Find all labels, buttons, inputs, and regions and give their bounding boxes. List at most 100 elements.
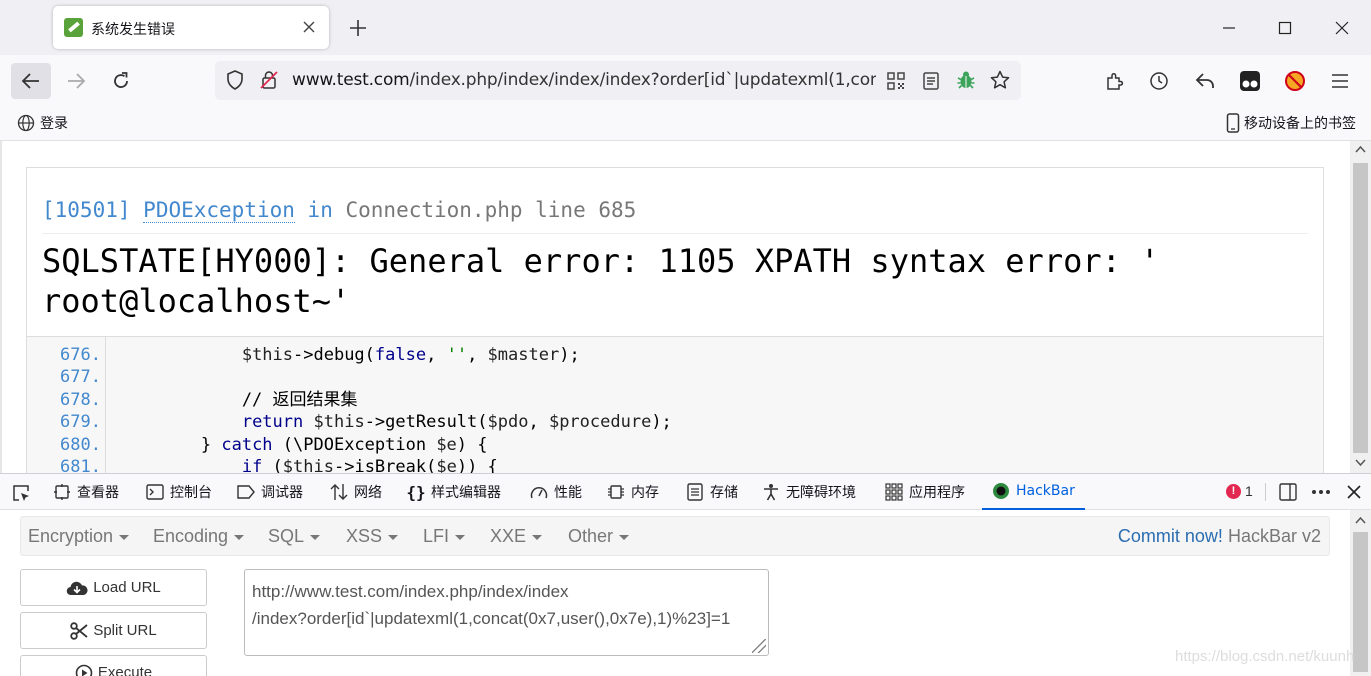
line-code: } catch (\PDOException $e) {: [119, 435, 488, 455]
execute-button[interactable]: Execute: [20, 655, 207, 676]
line-number: 681.: [60, 457, 101, 473]
line-code: $this->debug(false, '', $master);: [241, 345, 580, 365]
tab-style-editor[interactable]: {} 样式编辑器: [406, 474, 501, 510]
blocked-extension-icon[interactable]: [1283, 69, 1307, 93]
forward-arrow-icon[interactable]: [56, 63, 96, 99]
tab-inspector[interactable]: 查看器: [53, 474, 119, 510]
caret-down-icon: [619, 535, 630, 540]
hackbar-logo-icon: [992, 482, 1010, 500]
tab-application[interactable]: 应用程序: [885, 474, 965, 510]
tracking-shield-icon[interactable]: [225, 70, 245, 90]
page-scrollbar[interactable]: [1350, 141, 1371, 473]
bug-extension-icon[interactable]: [955, 69, 977, 91]
browser-tab[interactable]: 系统发生错误: [53, 6, 329, 49]
bookmark-login[interactable]: 登录: [17, 113, 68, 133]
qr-code-icon[interactable]: [885, 70, 907, 92]
address-bar[interactable]: www.test.com/index.php/index/index/index…: [215, 61, 1021, 100]
toolbar-separator: [1265, 483, 1266, 501]
minimize-icon[interactable]: [1215, 14, 1243, 42]
close-tab-icon[interactable]: [299, 17, 319, 37]
menu-other[interactable]: Other: [568, 526, 630, 547]
hackbar-menu-bar: Encryption Encoding SQL XSS LFI XXE Othe…: [20, 516, 1330, 556]
line-code: if ($this->isBreak($e)) {: [241, 457, 498, 473]
caret-down-icon: [532, 535, 543, 540]
source-line: 680. } catch (\PDOException $e) {: [27, 434, 1323, 456]
history-clock-icon[interactable]: [1148, 70, 1170, 92]
resize-grip-icon[interactable]: [752, 639, 766, 653]
undo-arrow-icon[interactable]: [1194, 70, 1216, 92]
hackbar-commit-info: Commit now! HackBar v2: [1118, 526, 1321, 547]
menu-xxe[interactable]: XXE: [490, 526, 543, 547]
tampermonkey-icon[interactable]: [1238, 69, 1262, 93]
split-url-button[interactable]: Split URL: [20, 612, 207, 649]
tab-hackbar[interactable]: HackBar: [982, 474, 1085, 510]
url-line: /index?order[id`|updatexml(1,concat(0x7,…: [252, 609, 731, 628]
tab-label: 无障碍环境: [786, 485, 856, 501]
bookmarks-toolbar: 登录 移动设备上的书签: [0, 106, 1371, 141]
load-url-button[interactable]: Load URL: [20, 569, 207, 606]
caret-down-icon: [119, 535, 130, 540]
page-content: [10501] PDOException in Connection.php l…: [0, 141, 1350, 473]
tab-title: 系统发生错误: [91, 22, 175, 38]
mobile-device-icon: [1226, 113, 1240, 133]
scroll-up-icon[interactable]: [1355, 145, 1366, 153]
app-grid-icon: [885, 483, 903, 501]
tab-network[interactable]: 网络: [330, 474, 382, 510]
split-url-label: Split URL: [93, 622, 157, 639]
tab-performance[interactable]: 性能: [530, 474, 582, 510]
tab-memory[interactable]: 内存: [607, 474, 659, 510]
memory-chip-icon: [607, 483, 625, 501]
watermark: https://blog.csdn.net/kuunh: [1175, 648, 1355, 665]
close-devtools-icon[interactable]: [1344, 482, 1364, 502]
maximize-icon[interactable]: [1271, 14, 1299, 42]
tab-label: 网络: [354, 485, 382, 501]
scroll-up-icon[interactable]: [1355, 516, 1366, 524]
menu-label: SQL: [268, 526, 305, 546]
insecure-lock-icon[interactable]: [259, 70, 279, 90]
site-favicon-icon: [64, 18, 83, 37]
menu-sql[interactable]: SQL: [268, 526, 321, 547]
hackbar-url-textarea[interactable]: http://www.test.com/index.php/index/inde…: [244, 569, 769, 656]
url-line: http://www.test.com/index.php/index/inde…: [252, 582, 569, 601]
tab-debugger[interactable]: 调试器: [237, 474, 303, 510]
source-code-block: 676. $this->debug(false, '', $master); 6…: [27, 336, 1323, 473]
exception-header: [10501] PDOException in Connection.php l…: [42, 198, 636, 223]
error-badge-icon: !: [1226, 483, 1241, 499]
menu-label: XXE: [490, 526, 527, 546]
console-error-count[interactable]: ! 1: [1226, 483, 1253, 499]
mobile-bookmarks[interactable]: 移动设备上的书签: [1226, 113, 1356, 133]
extensions-puzzle-icon[interactable]: [1104, 70, 1126, 92]
hamburger-menu-icon[interactable]: [1329, 70, 1351, 92]
element-picker-icon[interactable]: [11, 483, 31, 503]
page-left-edge: [0, 141, 2, 473]
commit-now-link[interactable]: Commit now!: [1118, 526, 1223, 546]
exception-class-link[interactable]: PDOException: [143, 198, 295, 223]
new-tab-plus-icon[interactable]: [344, 14, 372, 42]
menu-xss[interactable]: XSS: [346, 526, 399, 547]
reload-icon[interactable]: [101, 63, 141, 99]
menu-lfi[interactable]: LFI: [423, 526, 466, 547]
scrollbar-thumb[interactable]: [1353, 532, 1368, 672]
tab-storage[interactable]: 存储: [686, 474, 738, 510]
browser-window: 系统发生错误 www.test.com/index.php/index/inde…: [0, 0, 1371, 676]
mobile-bookmarks-label: 移动设备上的书签: [1244, 116, 1356, 132]
close-window-icon[interactable]: [1328, 14, 1356, 42]
console-icon: [146, 483, 164, 501]
bookmark-star-icon[interactable]: [989, 69, 1011, 91]
line-number: 676.: [60, 345, 101, 365]
back-arrow-icon[interactable]: [11, 63, 51, 99]
menu-encoding[interactable]: Encoding: [153, 526, 245, 547]
tab-accessibility[interactable]: 无障碍环境: [762, 474, 856, 510]
scrollbar-thumb[interactable]: [1353, 163, 1368, 453]
more-options-icon[interactable]: [1310, 482, 1332, 502]
menu-encryption[interactable]: Encryption: [28, 526, 130, 547]
tab-strip: 系统发生错误: [0, 0, 1371, 55]
error-message-line: root@localhost~': [42, 282, 351, 320]
dock-side-icon[interactable]: [1278, 482, 1298, 502]
reader-view-icon[interactable]: [920, 70, 942, 92]
tab-console[interactable]: 控制台: [146, 474, 212, 510]
menu-label: Encryption: [28, 526, 114, 546]
scroll-down-icon[interactable]: [1355, 459, 1366, 467]
source-line: 678. // 返回结果集: [27, 389, 1323, 411]
caret-down-icon: [310, 535, 321, 540]
